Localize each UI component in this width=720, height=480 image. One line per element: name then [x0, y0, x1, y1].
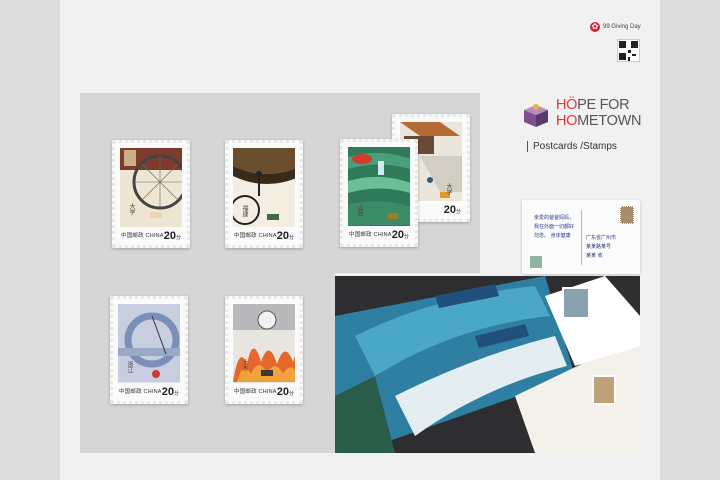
stamp-moongate: 浙江 中国邮政 CHINA 20分 — [110, 296, 188, 404]
page-subtitle: Postcards /Stamps — [527, 141, 617, 152]
stamp-country: 中国邮政 CHINA — [349, 232, 392, 238]
postcards-illustration — [335, 276, 640, 453]
stamp-flames: 大水 中国邮政 CHINA 20分 — [225, 296, 303, 404]
stamp-value: 20分 — [161, 386, 179, 398]
stamp-country: 中国邮政 CHINA — [234, 389, 277, 395]
logo-text: HÖPE FOR HOMETOWN — [556, 97, 642, 129]
hope-for-hometown-logo: HÖPE FOR HOMETOWN — [522, 95, 641, 135]
stamp-name: 大学 — [445, 183, 451, 195]
postcard-divider — [581, 210, 582, 265]
qr-code-icon[interactable] — [617, 39, 640, 62]
postcards-photo — [335, 276, 640, 453]
stamp-country: 中国邮政 CHINA — [119, 389, 162, 395]
stamp-name: 浙江 — [126, 361, 132, 373]
stamp-tulou: 福建 中国邮政 CHINA 20分 — [225, 140, 303, 248]
giving-day-label: 99 Giving Day — [603, 24, 641, 30]
postcard-stamp — [620, 206, 634, 224]
stamp-terraces: 山西 中国邮政 CHINA 20分 — [340, 139, 418, 247]
stamp-country: 中国邮政 CHINA — [234, 233, 277, 239]
giving-day-badge: ✿ 99 Giving Day — [590, 22, 641, 32]
postcard-back: 亲爱的爸爸妈妈， 我在外面一切都好 勿念。 身体健康 广东省广州市 某某路某号 … — [522, 200, 640, 274]
stamp-art — [233, 304, 295, 383]
stamp-art — [120, 148, 182, 227]
postcard-small-stamp — [530, 256, 542, 268]
stamp-value: 20分 — [391, 229, 409, 241]
stamp-value: 20分 — [443, 204, 461, 216]
stamp-country: 中国邮政 CHINA — [121, 233, 164, 239]
gift-box-icon — [524, 104, 548, 127]
postcard-address: 广东省广州市 某某路某号 某某 收 — [586, 235, 617, 259]
stamp-value: 20分 — [276, 230, 294, 242]
stamp-name: 福建 — [241, 205, 247, 217]
flower-icon: ✿ — [590, 22, 600, 32]
stamp-name: 山西 — [356, 204, 362, 216]
stamp-value: 20分 — [163, 230, 181, 242]
postcard-message: 亲爱的爸爸妈妈， 我在外面一切都好 勿念。 身体健康 — [534, 215, 575, 239]
stamp-bicycle: 大学 中国邮政 CHINA 20分 — [112, 140, 190, 248]
stamp-name: 大水 — [241, 359, 247, 371]
stamp-name: 大学 — [128, 203, 134, 215]
stamp-value: 20分 — [276, 386, 294, 398]
